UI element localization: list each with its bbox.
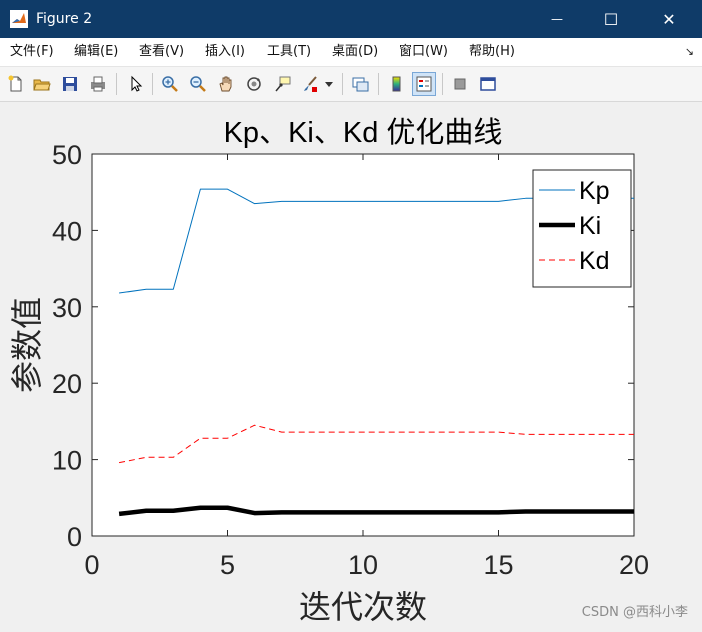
dock-button[interactable]	[476, 72, 500, 96]
rotate-3d-icon	[247, 77, 261, 91]
legend-label-kd: Kd	[579, 247, 610, 275]
menu-view[interactable]: 查看(V)	[139, 38, 184, 66]
x-tick-label: 0	[84, 550, 99, 580]
menu-window[interactable]: 窗口(W)	[399, 38, 448, 66]
chevron-down-icon	[325, 82, 333, 87]
new-figure-icon	[8, 75, 22, 92]
open-file-icon	[33, 79, 51, 91]
menu-file[interactable]: 文件(F)	[10, 38, 54, 66]
pan-button[interactable]	[214, 72, 238, 96]
chart-title: Kp、Ki、Kd 优化曲线	[224, 116, 503, 149]
menu-insert[interactable]: 插入(I)	[205, 38, 245, 66]
line-chart[interactable]: 0 5 10 15 20 0 10 20 30 40 50 Kp、Ki、Kd 优化曲线迭代次数 参数值 K…	[0, 102, 702, 628]
menu-bar: 文件(F) 编辑(E) 查看(V) 插入(I) 工具(T) 桌面(D) 窗口(W…	[0, 38, 702, 67]
pan-hand-icon	[219, 76, 232, 92]
data-cursor-icon	[275, 76, 291, 92]
window-title: Figure 2	[36, 11, 93, 27]
brush-options-button[interactable]	[322, 72, 336, 96]
zoom-in-icon	[162, 76, 178, 92]
legend-label-ki: Ki	[579, 212, 601, 240]
matlab-logo-icon	[10, 10, 28, 28]
rotate-3d-button[interactable]	[242, 72, 266, 96]
zoom-in-button[interactable]	[158, 72, 182, 96]
figure-canvas: 0 5 10 15 20 0 10 20 30 40 50 Kp、Ki、Kd 优化曲线迭代次数 参数值 K…	[0, 102, 702, 628]
y-tick-label: 0	[67, 522, 82, 552]
zoom-out-icon	[190, 76, 206, 92]
minimize-button[interactable]: —	[530, 0, 584, 38]
menu-help[interactable]: 帮助(H)	[469, 38, 515, 66]
close-icon: ✕	[662, 9, 676, 29]
x-tick-label: 15	[483, 550, 513, 580]
save-button[interactable]	[58, 72, 82, 96]
menu-tools[interactable]: 工具(T)	[267, 38, 311, 66]
y-tick-label: 30	[52, 293, 82, 323]
brush-button[interactable]	[298, 72, 322, 96]
menu-edit[interactable]: 编辑(E)	[74, 38, 118, 66]
hide-tools-button[interactable]	[448, 72, 472, 96]
colorbar-icon	[392, 76, 401, 92]
menu-desktop[interactable]: 桌面(D)	[332, 38, 378, 66]
maximize-icon: ☐	[603, 9, 619, 29]
close-button[interactable]: ✕	[642, 0, 696, 38]
brush-icon	[304, 76, 317, 92]
y-tick-label: 50	[52, 140, 82, 170]
open-file-button[interactable]	[30, 72, 54, 96]
y-tick-label: 20	[52, 369, 82, 399]
zoom-out-button[interactable]	[186, 72, 210, 96]
y-axis-label: 参数值	[8, 297, 46, 393]
watermark-text: CSDN @西科小李	[581, 605, 688, 620]
dock-icon	[480, 77, 496, 91]
save-icon	[63, 77, 77, 91]
print-button[interactable]	[86, 72, 110, 96]
x-axis-label: 迭代次数	[299, 588, 427, 626]
data-cursor-button[interactable]	[270, 72, 294, 96]
x-tick-label: 20	[619, 550, 649, 580]
new-figure-button[interactable]	[4, 72, 28, 96]
print-icon	[91, 76, 105, 92]
y-tick-label: 40	[52, 216, 82, 246]
hide-tools-icon	[454, 78, 466, 90]
legend-label-kp: Kp	[579, 177, 610, 205]
legend-icon	[416, 76, 432, 92]
link-plot-button[interactable]	[348, 72, 372, 96]
pointer-button[interactable]	[124, 72, 148, 96]
maximize-button[interactable]: ☐	[584, 0, 638, 38]
legend-button[interactable]	[412, 72, 436, 96]
minimize-icon: —	[551, 12, 563, 26]
y-tick-label: 10	[52, 446, 82, 476]
colorbar-button[interactable]	[384, 72, 408, 96]
x-tick-label: 5	[220, 550, 235, 580]
menu-overflow-icon[interactable]: ↘	[685, 38, 694, 66]
window-titlebar: Figure 2 — ☐ ✕	[0, 0, 702, 38]
figure-toolbar	[0, 67, 702, 102]
x-tick-label: 10	[348, 550, 378, 580]
pointer-icon	[131, 75, 143, 92]
link-plot-icon	[352, 77, 369, 92]
